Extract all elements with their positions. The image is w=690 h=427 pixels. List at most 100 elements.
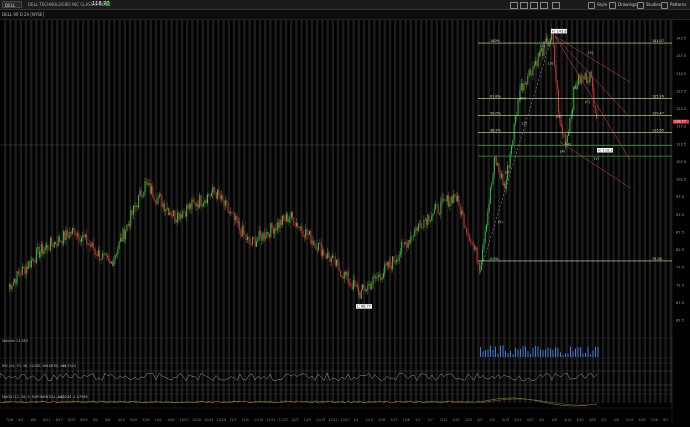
candle-body	[377, 274, 379, 278]
session-band	[76, 20, 80, 403]
candle-body	[594, 105, 596, 114]
y-axis-label: 107.5	[676, 160, 686, 164]
candle-body	[552, 33, 554, 46]
session-band	[576, 20, 579, 403]
session-band	[648, 20, 652, 403]
candle-body	[256, 241, 257, 247]
candle-body	[113, 258, 115, 267]
candle-body	[90, 244, 92, 247]
patterns-icon	[661, 1, 668, 9]
chart-header: DELL 90 D 2h [NYSE]	[2, 12, 45, 17]
session-band	[622, 20, 626, 403]
style-button[interactable]: Style	[588, 1, 607, 9]
candle-body	[355, 284, 357, 286]
price-chart[interactable]: 142.5 137.5 132.5 127.5 122.5 117.5 112.5 107.5…	[0, 20, 690, 423]
session-band	[279, 20, 282, 403]
patterns-button[interactable]: Patterns	[661, 1, 686, 9]
candle-body	[527, 76, 529, 85]
session-band	[664, 20, 667, 403]
candle-body	[156, 201, 158, 204]
candle-body	[160, 194, 162, 196]
candle-body	[196, 204, 198, 207]
x-axis-label: 1/22	[390, 418, 397, 422]
x-axis-label: 1/26	[403, 418, 410, 422]
x-axis-label: 12/9	[304, 418, 311, 422]
candle-body	[262, 232, 264, 241]
screenshot-icon[interactable]	[510, 2, 518, 9]
candle-body	[488, 203, 490, 212]
candle-body	[449, 201, 451, 207]
candle-body	[215, 192, 217, 199]
x-axis-label: 11/9	[242, 418, 249, 422]
candle-body	[539, 51, 541, 56]
candle-body	[327, 252, 329, 259]
candle-body	[19, 273, 21, 275]
session-band	[97, 20, 100, 403]
candle-body	[558, 89, 559, 113]
volume-bar	[512, 354, 514, 357]
volume-bar	[552, 349, 554, 357]
link-icon[interactable]	[520, 2, 528, 9]
candle-body	[593, 88, 595, 106]
wave-label: (iii)	[520, 97, 526, 101]
share-icon[interactable]	[530, 2, 538, 9]
candle-body	[364, 288, 366, 292]
session-band	[362, 20, 366, 403]
session-band	[607, 20, 610, 403]
chart-canvas[interactable]: 142.5 137.5 132.5 127.5 122.5 117.5 112.5 107.5…	[0, 20, 690, 423]
x-axis-label: 12/15	[316, 418, 325, 422]
wave-label: (v)	[594, 157, 600, 161]
candle-body	[57, 236, 59, 246]
candle-body	[351, 285, 353, 290]
candle-body	[144, 181, 146, 192]
candle-body	[402, 242, 404, 243]
candle-body	[249, 238, 251, 245]
candle-body	[205, 200, 207, 204]
candle-body	[158, 194, 160, 198]
candle-body	[382, 273, 384, 278]
y-axis-label: 62.5	[676, 319, 684, 323]
candle-body	[453, 193, 455, 204]
session-band	[414, 20, 418, 403]
zoom-icon[interactable]	[552, 2, 560, 9]
volume-bar	[492, 349, 494, 357]
volume-bar	[487, 349, 489, 357]
candle-body	[290, 211, 292, 218]
candle-body	[498, 163, 500, 172]
candle-body	[301, 226, 303, 231]
candle-body	[410, 236, 412, 243]
session-band	[342, 20, 345, 403]
candle-body	[422, 227, 424, 229]
candle-body	[464, 227, 466, 228]
drawings-button[interactable]: Drawings	[609, 1, 637, 9]
candle-body	[368, 284, 370, 286]
x-axis-label: 2/1	[415, 418, 420, 422]
candle-body	[459, 204, 461, 215]
session-band	[14, 20, 17, 403]
session-band	[477, 20, 480, 403]
candle-body	[393, 256, 395, 263]
candle-body	[427, 215, 429, 225]
y-axis-label: 72.5	[676, 283, 684, 287]
volume-bar	[502, 345, 504, 357]
candle-body	[263, 232, 265, 239]
candle-body	[12, 281, 14, 286]
candle-body	[248, 236, 250, 239]
candle-body	[59, 236, 60, 242]
x-axis-label: 2/19	[452, 418, 459, 422]
candle-body	[121, 237, 123, 242]
candle-body	[46, 244, 47, 248]
candle-body	[352, 279, 354, 290]
symbol-input[interactable]: DELL	[2, 1, 22, 8]
session-band	[123, 20, 126, 403]
candle-body	[381, 277, 383, 280]
y-axis-label: 127.5	[676, 89, 686, 93]
studies-button[interactable]: Studies	[637, 1, 661, 9]
candle-body	[235, 215, 237, 221]
candle-body	[52, 244, 54, 248]
session-band	[113, 20, 116, 403]
grid-icon[interactable]	[540, 2, 548, 9]
candle-body	[188, 203, 190, 209]
session-band	[430, 20, 433, 403]
candle-body	[346, 271, 348, 276]
